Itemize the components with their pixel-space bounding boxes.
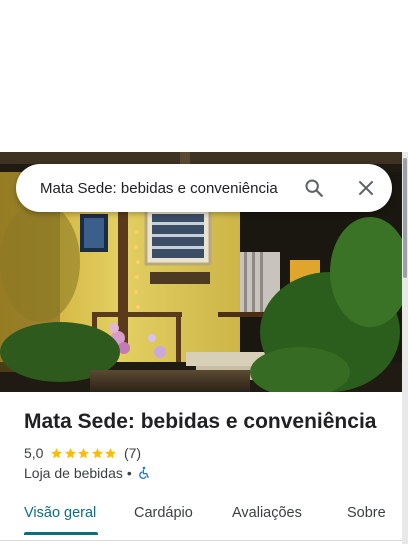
rating-value: 5,0: [24, 445, 44, 461]
review-count-link[interactable]: (7): [124, 445, 141, 461]
active-tab-indicator: [24, 532, 98, 535]
tab-cardapio[interactable]: Cardápio: [134, 494, 193, 534]
place-tabs: Visão geral Cardápio Avaliações Sobre: [0, 494, 402, 536]
place-category[interactable]: Loja de bebidas: [24, 465, 123, 481]
clear-search-button[interactable]: [354, 176, 378, 200]
panel-scrollbar[interactable]: [402, 152, 408, 544]
rating-row: 5,0 (7): [24, 444, 141, 462]
category-row: Loja de bebidas •: [24, 464, 151, 482]
tab-sobre[interactable]: Sobre: [347, 494, 386, 534]
tab-visao-geral[interactable]: Visão geral: [24, 494, 96, 534]
star-icon: [105, 447, 117, 458]
search-icon: [305, 179, 323, 197]
separator-dot: •: [126, 465, 132, 481]
star-icon: [51, 447, 63, 458]
star-icon: [65, 447, 76, 458]
star-icon: [92, 447, 103, 458]
close-icon: [359, 181, 373, 195]
search-button[interactable]: [302, 176, 326, 200]
place-title: Mata Sede: bebidas e conveniência: [24, 410, 377, 433]
tabs-divider: [0, 540, 402, 541]
scrollbar-thumb[interactable]: [403, 158, 407, 278]
search-bar: [16, 164, 392, 212]
search-input[interactable]: [40, 164, 302, 212]
wheelchair-icon: [138, 466, 149, 479]
rating-stars: [50, 447, 118, 460]
star-icon: [78, 447, 90, 458]
tab-avaliacoes[interactable]: Avaliações: [232, 494, 302, 534]
blank-header-area: [0, 0, 408, 152]
